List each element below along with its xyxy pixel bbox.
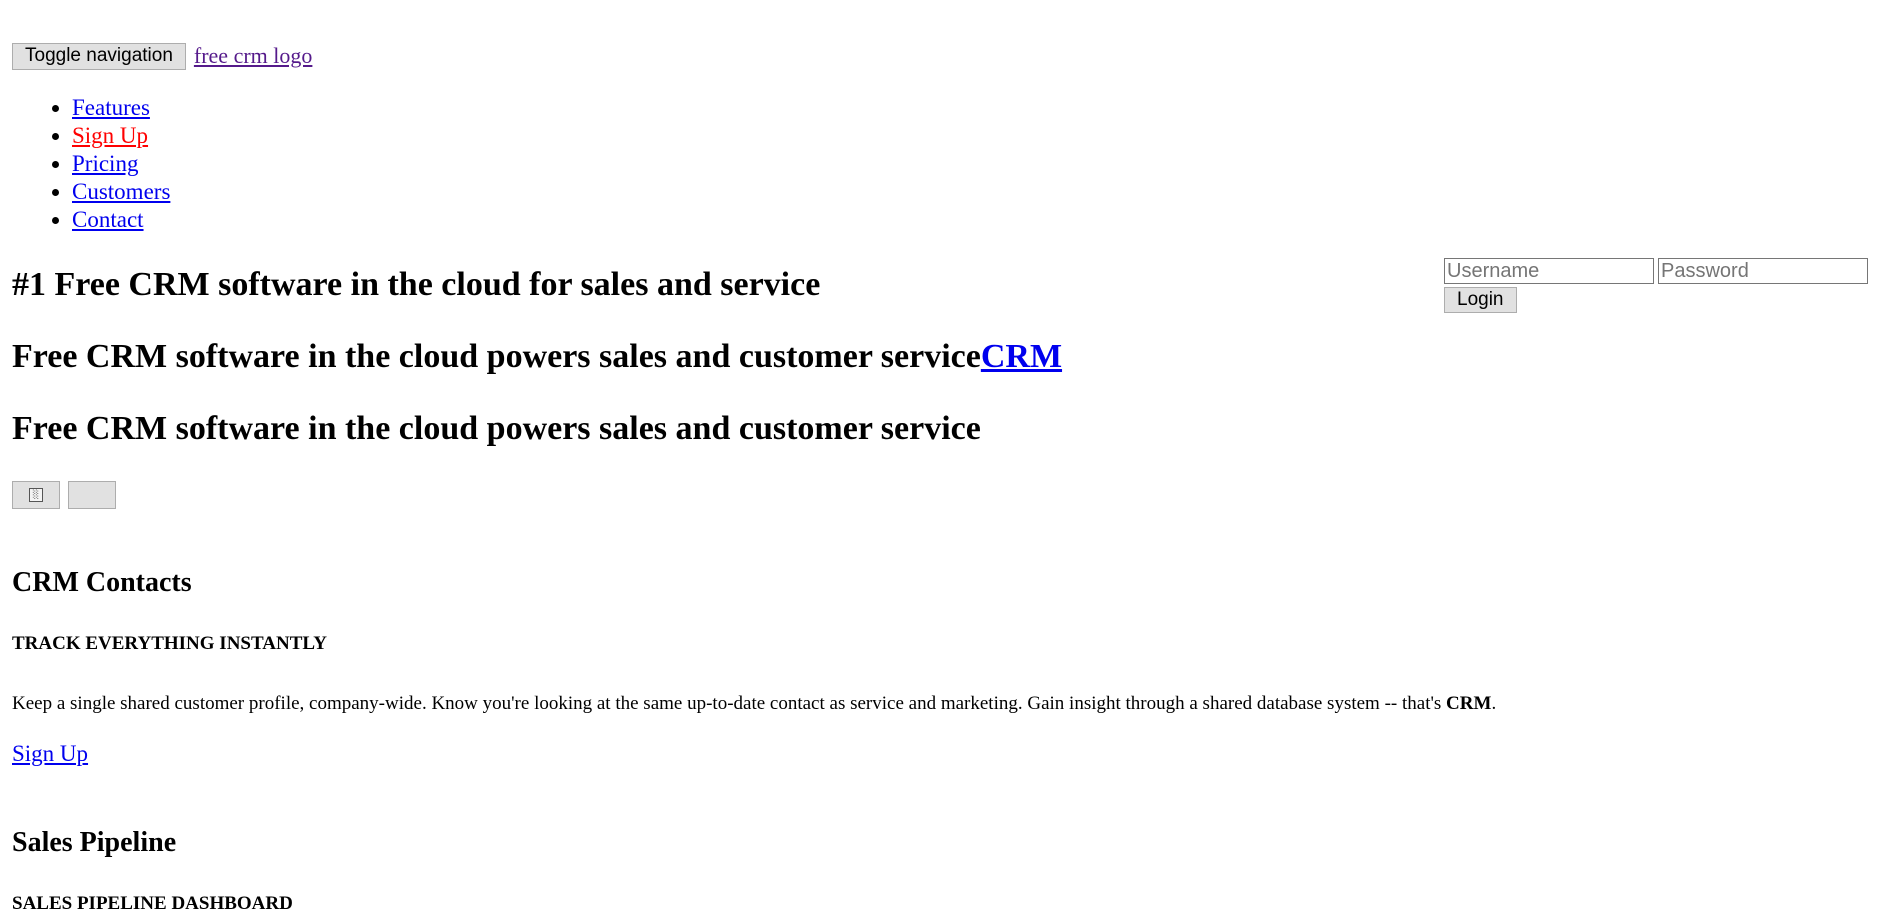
nav-item-signup: Sign Up: [72, 122, 170, 150]
hero-subtitle: Free CRM software in the cloud powers sa…: [12, 336, 1062, 378]
nav-link-signup[interactable]: Sign Up: [72, 123, 148, 148]
hero-subtitle-repeat: Free CRM software in the cloud powers sa…: [12, 410, 981, 447]
brand-logo-link[interactable]: free crm logo: [194, 43, 313, 69]
nav-link-pricing[interactable]: Pricing: [72, 151, 138, 176]
carousel-controls: ░: [12, 481, 124, 509]
feature-description-text: Keep a single shared customer profile, c…: [12, 693, 1447, 714]
carousel-prev-button[interactable]: ░: [12, 481, 60, 509]
nav-link-customers[interactable]: Customers: [72, 179, 170, 204]
username-input[interactable]: [1444, 258, 1654, 284]
nav-item-customers: Customers: [72, 178, 170, 206]
toggle-navigation-button[interactable]: Toggle navigation: [12, 42, 186, 70]
nav-link-features[interactable]: Features: [72, 95, 150, 120]
feature-kicker-track: TRACK EVERYTHING INSTANTLY: [12, 633, 328, 654]
feature-signup-link[interactable]: Sign Up: [12, 740, 88, 768]
navbar: Toggle navigation free crm logo: [12, 42, 312, 70]
nav-item-contact: Contact: [72, 206, 170, 234]
login-button[interactable]: Login: [1444, 287, 1517, 313]
nav-link-contact[interactable]: Contact: [72, 207, 144, 232]
hero-crm-link[interactable]: CRM: [981, 338, 1062, 375]
feature-title-crm-contacts: CRM Contacts: [12, 567, 192, 598]
hero-title: #1 Free CRM software in the cloud for sa…: [12, 266, 821, 303]
hero-subtitle-text: Free CRM software in the cloud powers sa…: [12, 338, 981, 375]
carousel-next-button[interactable]: [68, 481, 116, 509]
broken-image-icon: ░: [29, 488, 43, 502]
login-form: Login: [1444, 258, 1884, 313]
feature-kicker-pipeline: SALES PIPELINE DASHBOARD: [12, 893, 293, 910]
feature-description-end: .: [1491, 693, 1497, 714]
main-nav-list: Features Sign Up Pricing Customers Conta…: [0, 94, 170, 234]
feature-description-bold: CRM: [1446, 693, 1492, 714]
feature-description: Keep a single shared customer profile, c…: [12, 692, 1496, 716]
nav-item-pricing: Pricing: [72, 150, 170, 178]
feature-title-sales-pipeline: Sales Pipeline: [12, 827, 177, 858]
nav-item-features: Features: [72, 94, 170, 122]
password-input[interactable]: [1658, 258, 1868, 284]
